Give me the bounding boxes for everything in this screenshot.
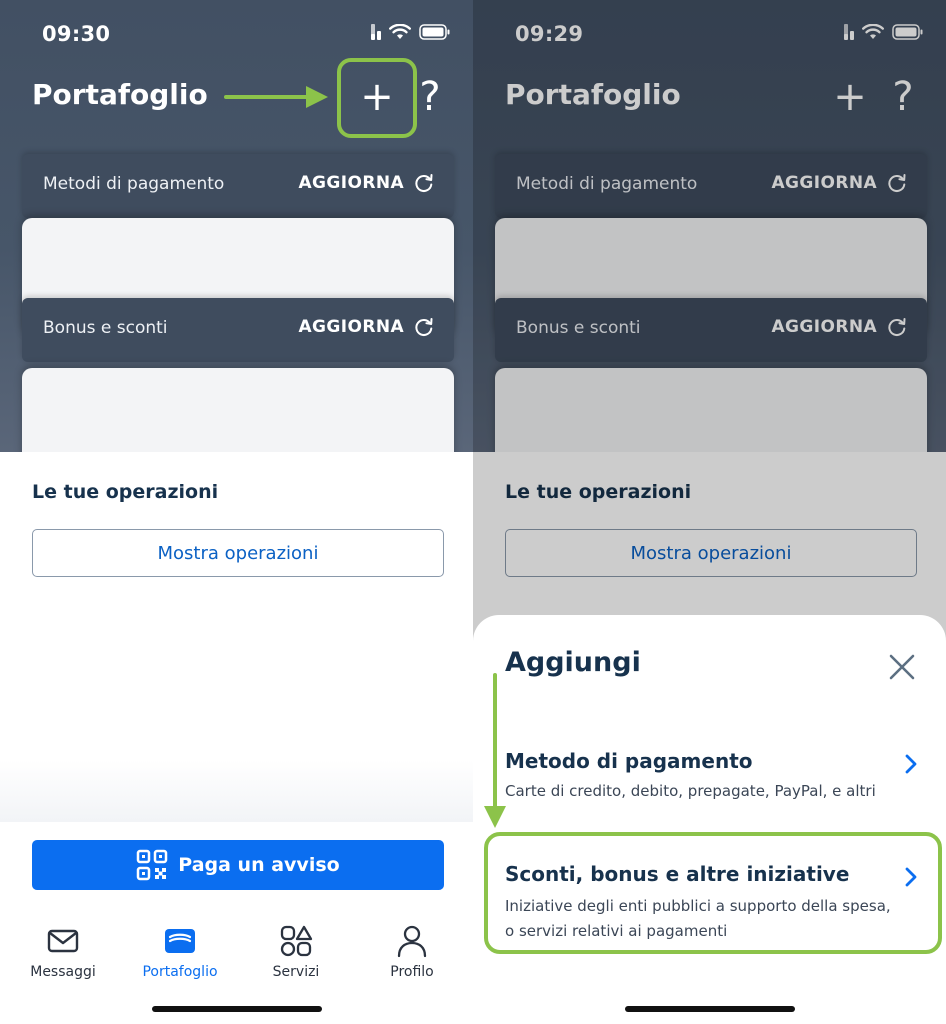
refresh-icon xyxy=(415,174,433,193)
payment-methods-card-header: Metodi di pagamento AGGIORNA xyxy=(22,154,454,218)
cellular-signal-icon xyxy=(371,24,381,40)
battery-icon xyxy=(419,24,450,40)
operations-title: Le tue operazioni xyxy=(32,481,219,503)
wallet-screen: 09:30 Portafoglio + ? Metodi di pagament… xyxy=(0,0,473,1024)
tab-profile[interactable]: Profilo xyxy=(362,924,462,980)
pay-notice-button[interactable]: Paga un avviso xyxy=(32,840,444,890)
profile-icon xyxy=(397,925,427,958)
option-subtitle: Carte di credito, debito, prepagate, Pay… xyxy=(505,782,876,800)
tab-label: Portafoglio xyxy=(142,964,218,980)
show-operations-button[interactable]: Mostra operazioni xyxy=(32,529,444,577)
mail-icon xyxy=(47,929,79,953)
refresh-button[interactable]: AGGIORNA xyxy=(298,173,434,193)
pay-notice-label: Paga un avviso xyxy=(178,854,340,876)
tab-label: Servizi xyxy=(272,964,320,980)
qr-code-icon xyxy=(137,849,168,881)
card-label: Metodi di pagamento xyxy=(43,174,225,194)
bonus-card-header: Bonus e sconti AGGIORNA xyxy=(22,298,454,362)
option-title: Metodo di pagamento xyxy=(505,749,753,773)
highlight-add-button xyxy=(337,58,417,138)
wallet-icon xyxy=(165,929,195,953)
wifi-icon xyxy=(389,24,411,39)
chevron-right-icon xyxy=(905,754,917,774)
status-time: 09:30 xyxy=(42,22,111,46)
refresh-label: AGGIORNA xyxy=(298,173,404,193)
status-icons xyxy=(371,24,451,40)
refresh-icon xyxy=(415,318,433,337)
highlight-discounts-option xyxy=(484,832,942,954)
page-title: Portafoglio xyxy=(32,78,208,111)
refresh-button[interactable]: AGGIORNA xyxy=(298,317,434,337)
tab-services[interactable]: Servizi xyxy=(246,924,346,980)
services-icon xyxy=(280,925,313,957)
home-indicator xyxy=(151,1006,322,1012)
card-label: Bonus e sconti xyxy=(43,318,168,338)
refresh-label: AGGIORNA xyxy=(298,317,404,337)
close-icon[interactable] xyxy=(887,652,917,682)
tab-label: Messaggi xyxy=(30,964,96,980)
tab-wallet[interactable]: Portafoglio xyxy=(130,924,230,980)
home-indicator xyxy=(624,1006,795,1012)
fade-divider xyxy=(0,760,473,822)
tab-label: Profilo xyxy=(390,964,434,980)
tab-messages[interactable]: Messaggi xyxy=(13,924,113,980)
sheet-title: Aggiungi xyxy=(505,647,641,678)
